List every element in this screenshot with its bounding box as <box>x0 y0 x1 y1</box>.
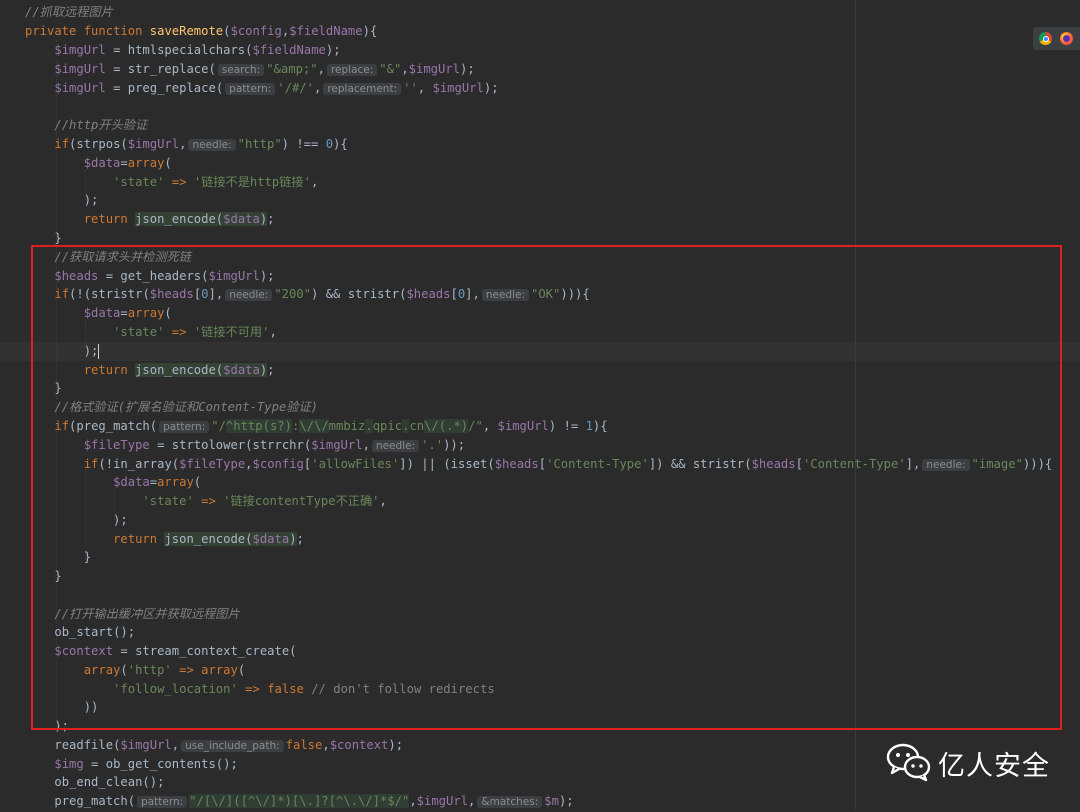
parameter-hint: pattern: <box>137 796 188 808</box>
code-line[interactable]: private function saveRemote($config,$fie… <box>25 22 377 41</box>
code-line[interactable]: if(strpos($imgUrl, needle: "http") !== 0){ <box>25 135 348 154</box>
code-line[interactable]: //http开头验证 <box>25 116 147 135</box>
parameter-hint: replace: <box>326 64 378 76</box>
code-line[interactable]: $imgUrl = preg_replace(pattern: '/#/', rep… <box>25 79 499 98</box>
chrome-icon[interactable] <box>1039 32 1052 45</box>
code-line[interactable]: return json_encode($data); <box>25 210 275 229</box>
code-line[interactable]: $imgUrl = str_replace(search: "&amp;", rep… <box>25 60 475 79</box>
code-line[interactable]: $data=array( <box>25 154 172 173</box>
parameter-hint: replacement: <box>323 83 402 95</box>
parameter-hint: needle: <box>188 139 236 151</box>
highlight-box <box>31 245 1062 730</box>
code-line[interactable]: $img = ob_get_contents(); <box>25 755 237 774</box>
code-line[interactable]: $imgUrl = htmlspecialchars($fieldName); <box>25 41 340 60</box>
code-line[interactable]: 'state' => '链接不是http链接', <box>25 173 318 192</box>
firefox-icon[interactable] <box>1060 32 1073 45</box>
code-line[interactable]: preg_match(pattern: "/[\/]([^\/]*)[\.]?[^… <box>25 792 574 811</box>
parameter-hint: pattern: <box>225 83 276 95</box>
parameter-hint: use_include_path: <box>181 740 284 752</box>
watermark-text: 亿人安全 <box>938 751 1050 782</box>
parameter-hint: &matches: <box>477 796 543 808</box>
code-line[interactable]: //抓取远程图片 <box>25 3 113 22</box>
code-editor[interactable]: //抓取远程图片 private function saveRemote($co… <box>0 0 1080 810</box>
watermark: 亿人安全 <box>886 738 1076 786</box>
parameter-hint: search: <box>217 64 265 76</box>
browser-preview-bar <box>1033 27 1080 50</box>
code-line[interactable]: ob_end_clean(); <box>25 773 164 792</box>
code-line[interactable]: ); <box>25 191 99 210</box>
code-line[interactable]: readfile($imgUrl, use_include_path: false,… <box>25 736 403 755</box>
wechat-icon <box>886 743 931 782</box>
